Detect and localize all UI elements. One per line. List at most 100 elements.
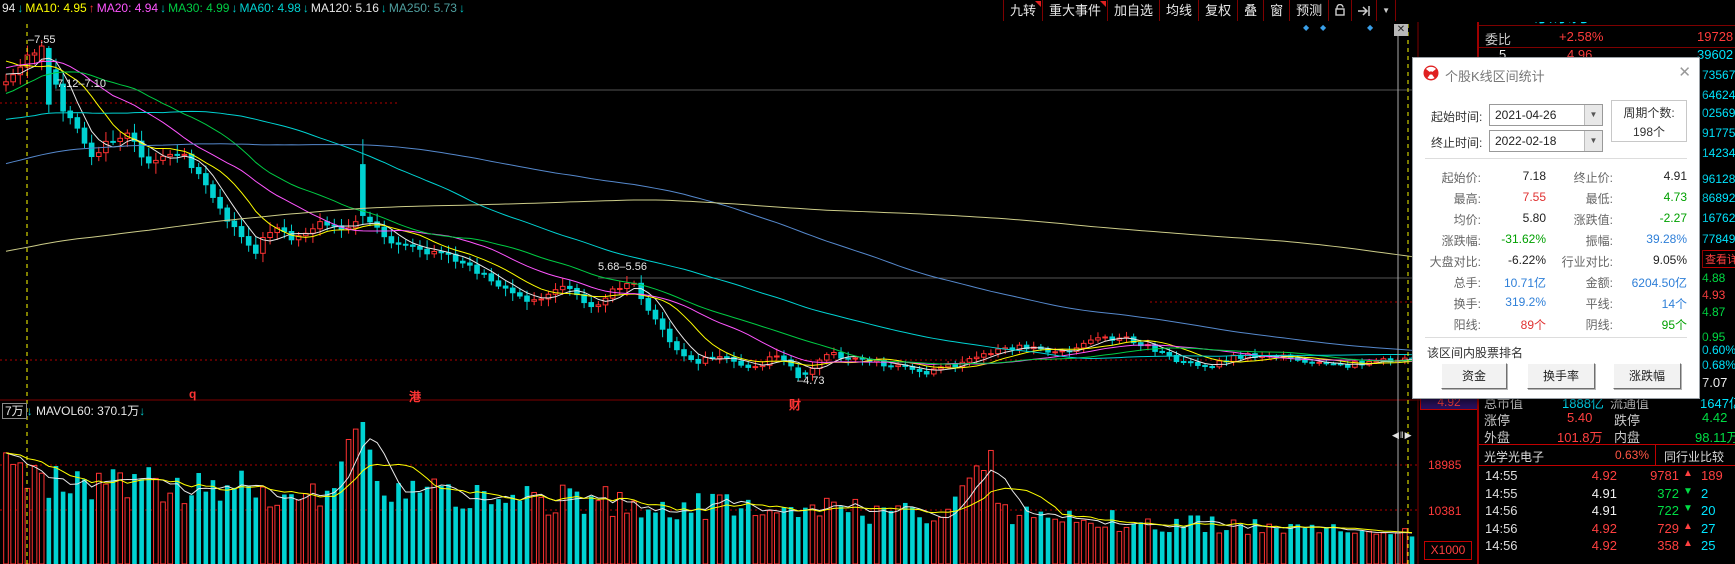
peer-compare-cell[interactable]: 同行业比较 bbox=[1656, 445, 1735, 465]
kline-volume-chart[interactable] bbox=[0, 0, 1477, 564]
stat-label: 最高: bbox=[1421, 190, 1481, 207]
end-date-value: 2022-02-18 bbox=[1495, 134, 1556, 148]
peer-compare-label: 同行业比较 bbox=[1664, 448, 1724, 465]
tape-time: 14:55 bbox=[1485, 486, 1518, 501]
dialog-close-icon[interactable]: ✕ bbox=[1678, 63, 1691, 81]
weibi-row: 委比 +2.58% 19728 bbox=[1479, 25, 1735, 48]
toolbar-button-重大事件[interactable]: 重大事件 bbox=[1043, 0, 1108, 21]
volume-unit-label: X1000 bbox=[1424, 541, 1472, 560]
start-date-label: 起始时间: bbox=[1431, 108, 1482, 125]
ma-segment: ↓ bbox=[381, 1, 387, 15]
period-count-value: 198个 bbox=[1612, 123, 1686, 140]
divider bbox=[1425, 158, 1687, 159]
divider bbox=[1425, 337, 1687, 338]
toolbar-button-预测[interactable]: 预测 bbox=[1290, 0, 1329, 21]
lock-icon[interactable] bbox=[1329, 0, 1352, 21]
stat-label: 涨跌值: bbox=[1553, 211, 1613, 228]
tape-volume: 372 bbox=[1619, 486, 1679, 501]
info-value: 5.40 bbox=[1567, 410, 1592, 425]
trading-app-window: { "top_bar": { "ma_segments": [ {"t":"94… bbox=[0, 0, 1735, 564]
tape-direction-icon: ▲ bbox=[1683, 468, 1693, 479]
stat-label: 阳线: bbox=[1421, 316, 1481, 333]
ma-segment: ↓ bbox=[160, 1, 166, 15]
ma-segment: ↓ bbox=[459, 1, 465, 15]
tape-extra: 27 bbox=[1701, 521, 1715, 536]
close-markers-icon[interactable]: ✕ bbox=[1394, 24, 1408, 36]
clipped-value: 4.88 bbox=[1702, 271, 1725, 285]
tape-volume: 729 bbox=[1619, 521, 1679, 536]
tape-row: 14:554.91372▼2 bbox=[1479, 486, 1735, 503]
tape-price: 4.92 bbox=[1569, 521, 1617, 536]
stat-value: 4.91 bbox=[1615, 169, 1687, 183]
toolbar-caret-icon[interactable]: ▼ bbox=[1377, 0, 1396, 21]
rank-button-涨跌幅[interactable]: 涨跌幅 bbox=[1613, 363, 1681, 389]
toolbar-button-叠[interactable]: 叠 bbox=[1238, 0, 1264, 21]
stat-value: 7.18 bbox=[1483, 169, 1546, 183]
stat-value: -6.22% bbox=[1483, 253, 1546, 267]
ma-segment: MA10: 4.95 bbox=[25, 1, 86, 15]
stat-label: 换手: bbox=[1421, 295, 1481, 312]
tape-price: 4.92 bbox=[1569, 468, 1617, 483]
stat-value: 10.71亿 bbox=[1483, 274, 1546, 291]
volume-axis-label: 10381 bbox=[1428, 504, 1461, 518]
toolbar-button-复权[interactable]: 复权 bbox=[1199, 0, 1238, 21]
end-date-select[interactable]: 2022-02-18 ▼ bbox=[1489, 130, 1603, 152]
toolbar-button-加自选[interactable]: 加自选 bbox=[1108, 0, 1160, 21]
rank-section-label: 该区间内股票排名 bbox=[1427, 344, 1523, 361]
chevron-down-icon[interactable]: ▼ bbox=[1584, 131, 1602, 151]
stat-label: 总手: bbox=[1421, 274, 1481, 291]
stat-value: 39.28% bbox=[1615, 232, 1687, 246]
weibi-label: 委比 bbox=[1485, 29, 1511, 48]
ma-segment: MA120: 5.16 bbox=[311, 1, 379, 15]
stat-value: -31.62% bbox=[1483, 232, 1546, 246]
rank-button-换手率[interactable]: 换手率 bbox=[1527, 363, 1595, 389]
tape-price: 4.91 bbox=[1569, 486, 1617, 501]
stat-label: 起始价: bbox=[1421, 169, 1481, 186]
tape-time: 14:56 bbox=[1485, 521, 1518, 536]
tape-extra: 20 bbox=[1701, 503, 1715, 518]
period-count-frame: 周期个数: 198个 bbox=[1611, 100, 1687, 142]
mavol-segment: MAVOL60: 370.1万 bbox=[36, 404, 139, 418]
stat-label: 行业对比: bbox=[1553, 253, 1613, 270]
start-date-select[interactable]: 2021-04-26 ▼ bbox=[1489, 104, 1603, 126]
stat-label: 终止价: bbox=[1553, 169, 1613, 186]
volume-axis-label: 18985 bbox=[1428, 458, 1461, 472]
tape-extra: 189 bbox=[1701, 468, 1723, 483]
tape-time: 14:56 bbox=[1485, 538, 1518, 553]
mavol-segment: ↓ bbox=[27, 404, 36, 418]
sector-row: 光学光电子 0.63% 同行业比较 bbox=[1479, 444, 1735, 466]
clipped-value: 73567 bbox=[1702, 68, 1735, 82]
sector-cell[interactable]: 光学光电子 0.63% bbox=[1479, 445, 1656, 465]
stat-value: -2.27 bbox=[1615, 211, 1687, 225]
weibi-extra: 19728 bbox=[1697, 29, 1733, 44]
ma-indicator-bar: 94↓MA10: 4.95↑MA20: 4.94↓MA30: 4.99↓MA60… bbox=[2, 1, 467, 17]
stat-label: 阴线: bbox=[1553, 316, 1613, 333]
chevron-down-icon[interactable]: ▼ bbox=[1584, 105, 1602, 125]
tape-volume: 722 bbox=[1619, 503, 1679, 518]
stat-value: 9.05% bbox=[1615, 253, 1687, 267]
stat-value: 95个 bbox=[1615, 316, 1687, 333]
info-row: 外盘101.8万内盘98.11万 bbox=[1479, 427, 1735, 443]
stat-value: 319.2% bbox=[1483, 295, 1546, 309]
tape-direction-icon: ▲ bbox=[1683, 538, 1693, 549]
chart-toolbar: 九转重大事件加自选均线复权叠窗预测 ▼ bbox=[1003, 0, 1396, 21]
toolbar-button-九转[interactable]: 九转 bbox=[1004, 0, 1043, 21]
next-page-icon[interactable] bbox=[1352, 0, 1377, 21]
stat-value: 14个 bbox=[1615, 295, 1687, 312]
ask-volume: 39602 bbox=[1697, 47, 1733, 62]
toolbar-button-均线[interactable]: 均线 bbox=[1160, 0, 1199, 21]
rank-button-资金[interactable]: 资金 bbox=[1441, 363, 1507, 389]
kline-interval-stats-dialog: 个股K线区间统计 ✕ 起始时间: 2021-04-26 ▼ 终止时间: 2022… bbox=[1412, 57, 1700, 399]
view-detail-link[interactable]: 查看详细 bbox=[1702, 250, 1735, 268]
stat-label: 大盘对比: bbox=[1421, 253, 1481, 270]
clipped-value: 64624 bbox=[1702, 88, 1735, 102]
clipped-value: 96128 bbox=[1702, 172, 1735, 186]
ma-segment: 94 bbox=[2, 1, 15, 15]
clipped-value: 91775 bbox=[1702, 126, 1735, 140]
h-scrollbar[interactable]: ◀‖▶ bbox=[1392, 430, 1413, 441]
toolbar-button-窗[interactable]: 窗 bbox=[1264, 0, 1290, 21]
clipped-value: 0.95 bbox=[1702, 330, 1725, 344]
mavol-segment: ↓ bbox=[139, 404, 145, 418]
ma-segment: MA30: 4.99 bbox=[168, 1, 229, 15]
ma-segment: ↓ bbox=[303, 1, 309, 15]
